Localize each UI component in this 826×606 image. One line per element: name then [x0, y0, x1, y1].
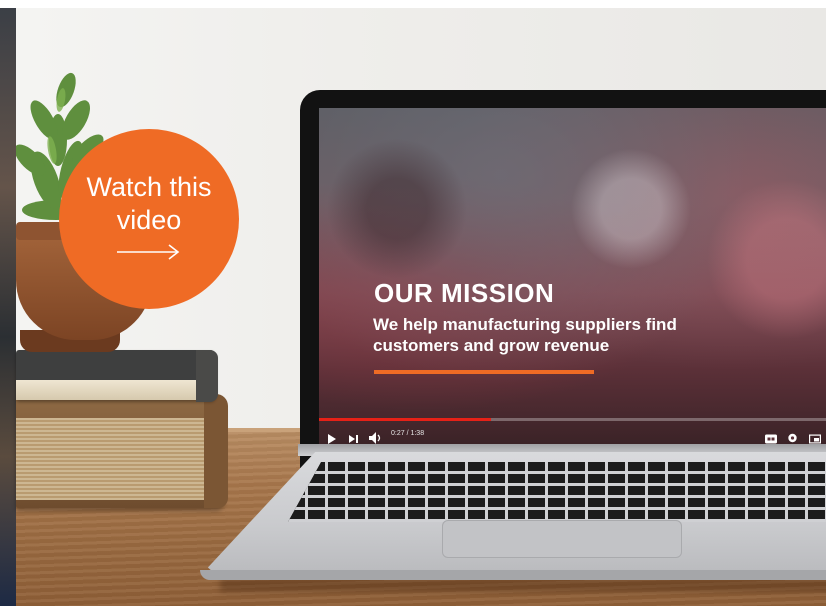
- gear-icon[interactable]: [787, 428, 798, 444]
- bottom-book-pages: [16, 418, 212, 500]
- watch-video-button[interactable]: Watch this video: [59, 129, 239, 309]
- top-book-pages: [16, 380, 206, 400]
- play-icon[interactable]: [327, 429, 337, 444]
- next-icon[interactable]: [349, 429, 359, 444]
- theater-mode-icon[interactable]: [809, 429, 821, 444]
- video-title: OUR MISSION: [374, 278, 555, 308]
- bottom-book-spine: [204, 394, 228, 508]
- player-controls: 0:27 / 1:38: [319, 424, 826, 444]
- cta-line-2: video: [116, 205, 182, 235]
- title-accent-bar: [374, 370, 594, 374]
- time-display: 0:27 / 1:38: [391, 430, 425, 437]
- top-strip: [0, 0, 826, 8]
- top-book-spine: [196, 350, 218, 402]
- progress-fill: [319, 418, 491, 421]
- video-frame-background: [319, 108, 826, 444]
- keyboard-rows: [288, 462, 826, 522]
- cta-label: Watch this video: [86, 171, 211, 237]
- cta-line-1: Watch this: [86, 172, 212, 202]
- left-edge-photo: [0, 8, 16, 606]
- video-subtitle: We help manufacturing suppliers find cus…: [373, 314, 793, 356]
- captions-icon[interactable]: [765, 429, 777, 444]
- volume-icon[interactable]: [369, 428, 383, 444]
- video-subtitle-line-1: We help manufacturing suppliers find: [373, 315, 677, 334]
- hero-banner: Watch this video OUR MISSION We help man…: [0, 0, 826, 606]
- video-subtitle-line-2: customers and grow revenue: [373, 336, 610, 355]
- video-player[interactable]: OUR MISSION We help manufacturing suppli…: [319, 108, 826, 444]
- laptop-shadow: [220, 578, 826, 592]
- laptop-front-edge: [200, 570, 826, 580]
- laptop-trackpad: [442, 520, 682, 558]
- arrow-right-icon: [117, 244, 180, 260]
